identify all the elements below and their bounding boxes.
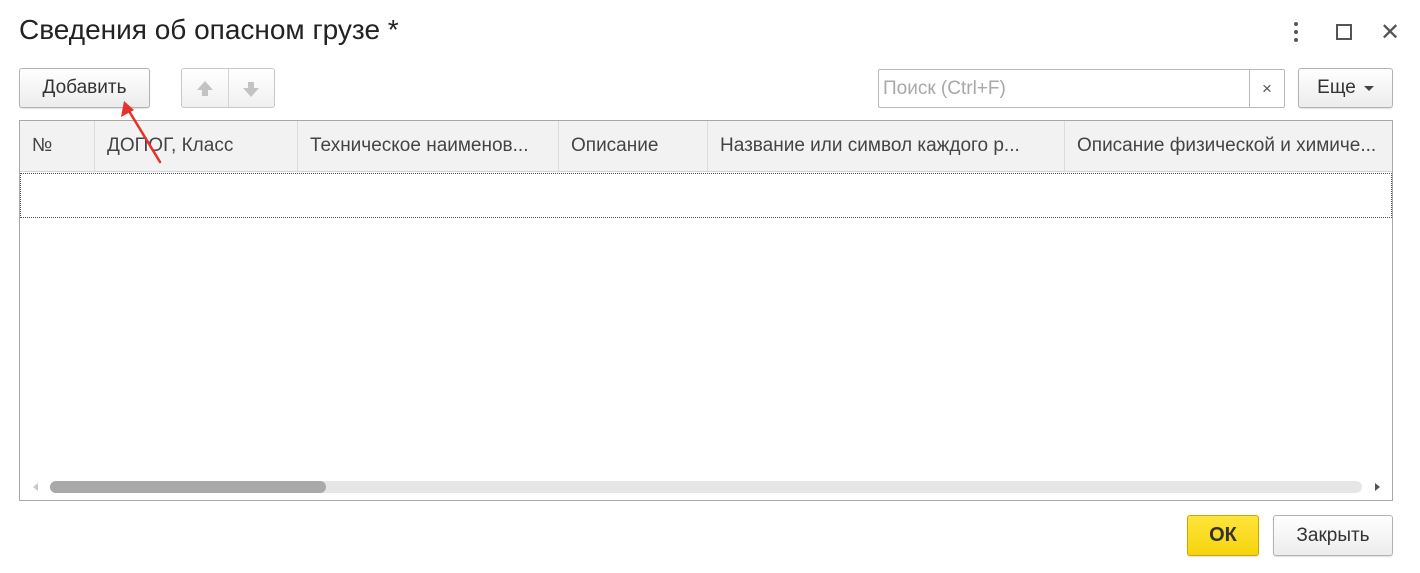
chevron-down-icon [1363, 85, 1374, 91]
column-header-description[interactable]: Описание [559, 121, 708, 171]
scroll-track[interactable] [50, 481, 1362, 493]
column-header-number[interactable]: № [20, 121, 95, 171]
scroll-left-icon[interactable] [20, 483, 50, 491]
close-button[interactable]: Закрыть [1273, 515, 1393, 556]
more-button-label: Еще [1317, 77, 1356, 98]
add-button-label: Добавить [42, 77, 127, 98]
column-header-technical-name[interactable]: Техническое наименов... [298, 121, 559, 171]
window-title: Сведения об опасном грузе * [19, 14, 399, 45]
close-icon[interactable]: ✕ [1376, 18, 1404, 46]
move-buttons-group [181, 68, 275, 108]
vertical-dots-icon[interactable] [1282, 18, 1310, 46]
scroll-right-icon[interactable] [1362, 483, 1392, 491]
table-header: № ДОПОГ, Класс Техническое наименов... О… [20, 121, 1392, 172]
close-button-label: Закрыть [1296, 524, 1370, 546]
move-down-button[interactable] [227, 69, 275, 107]
scroll-thumb[interactable] [50, 481, 326, 493]
move-up-button[interactable] [182, 69, 228, 107]
data-table[interactable]: № ДОПОГ, Класс Техническое наименов... О… [19, 120, 1393, 501]
search-box: × [878, 69, 1285, 108]
ok-button[interactable]: ОК [1187, 515, 1259, 556]
search-input[interactable] [879, 70, 1249, 107]
column-header-symbol-name[interactable]: Название или символ каждого р... [708, 121, 1065, 171]
table-row-empty-selected[interactable] [20, 173, 1392, 218]
column-header-physical-description[interactable]: Описание физической и химиче... [1065, 121, 1392, 171]
more-button[interactable]: Еще [1298, 68, 1393, 108]
arrow-down-icon [243, 81, 260, 97]
horizontal-scrollbar[interactable] [20, 474, 1392, 500]
arrow-up-icon [196, 80, 213, 96]
close-glyph: ✕ [1379, 18, 1401, 46]
column-header-adr-class[interactable]: ДОПОГ, Класс [95, 121, 298, 171]
ok-button-label: ОК [1209, 524, 1237, 546]
search-clear-button[interactable]: × [1249, 70, 1284, 107]
clear-icon: × [1262, 78, 1272, 98]
add-button[interactable]: Добавить [19, 68, 150, 108]
maximize-icon[interactable] [1330, 18, 1358, 46]
